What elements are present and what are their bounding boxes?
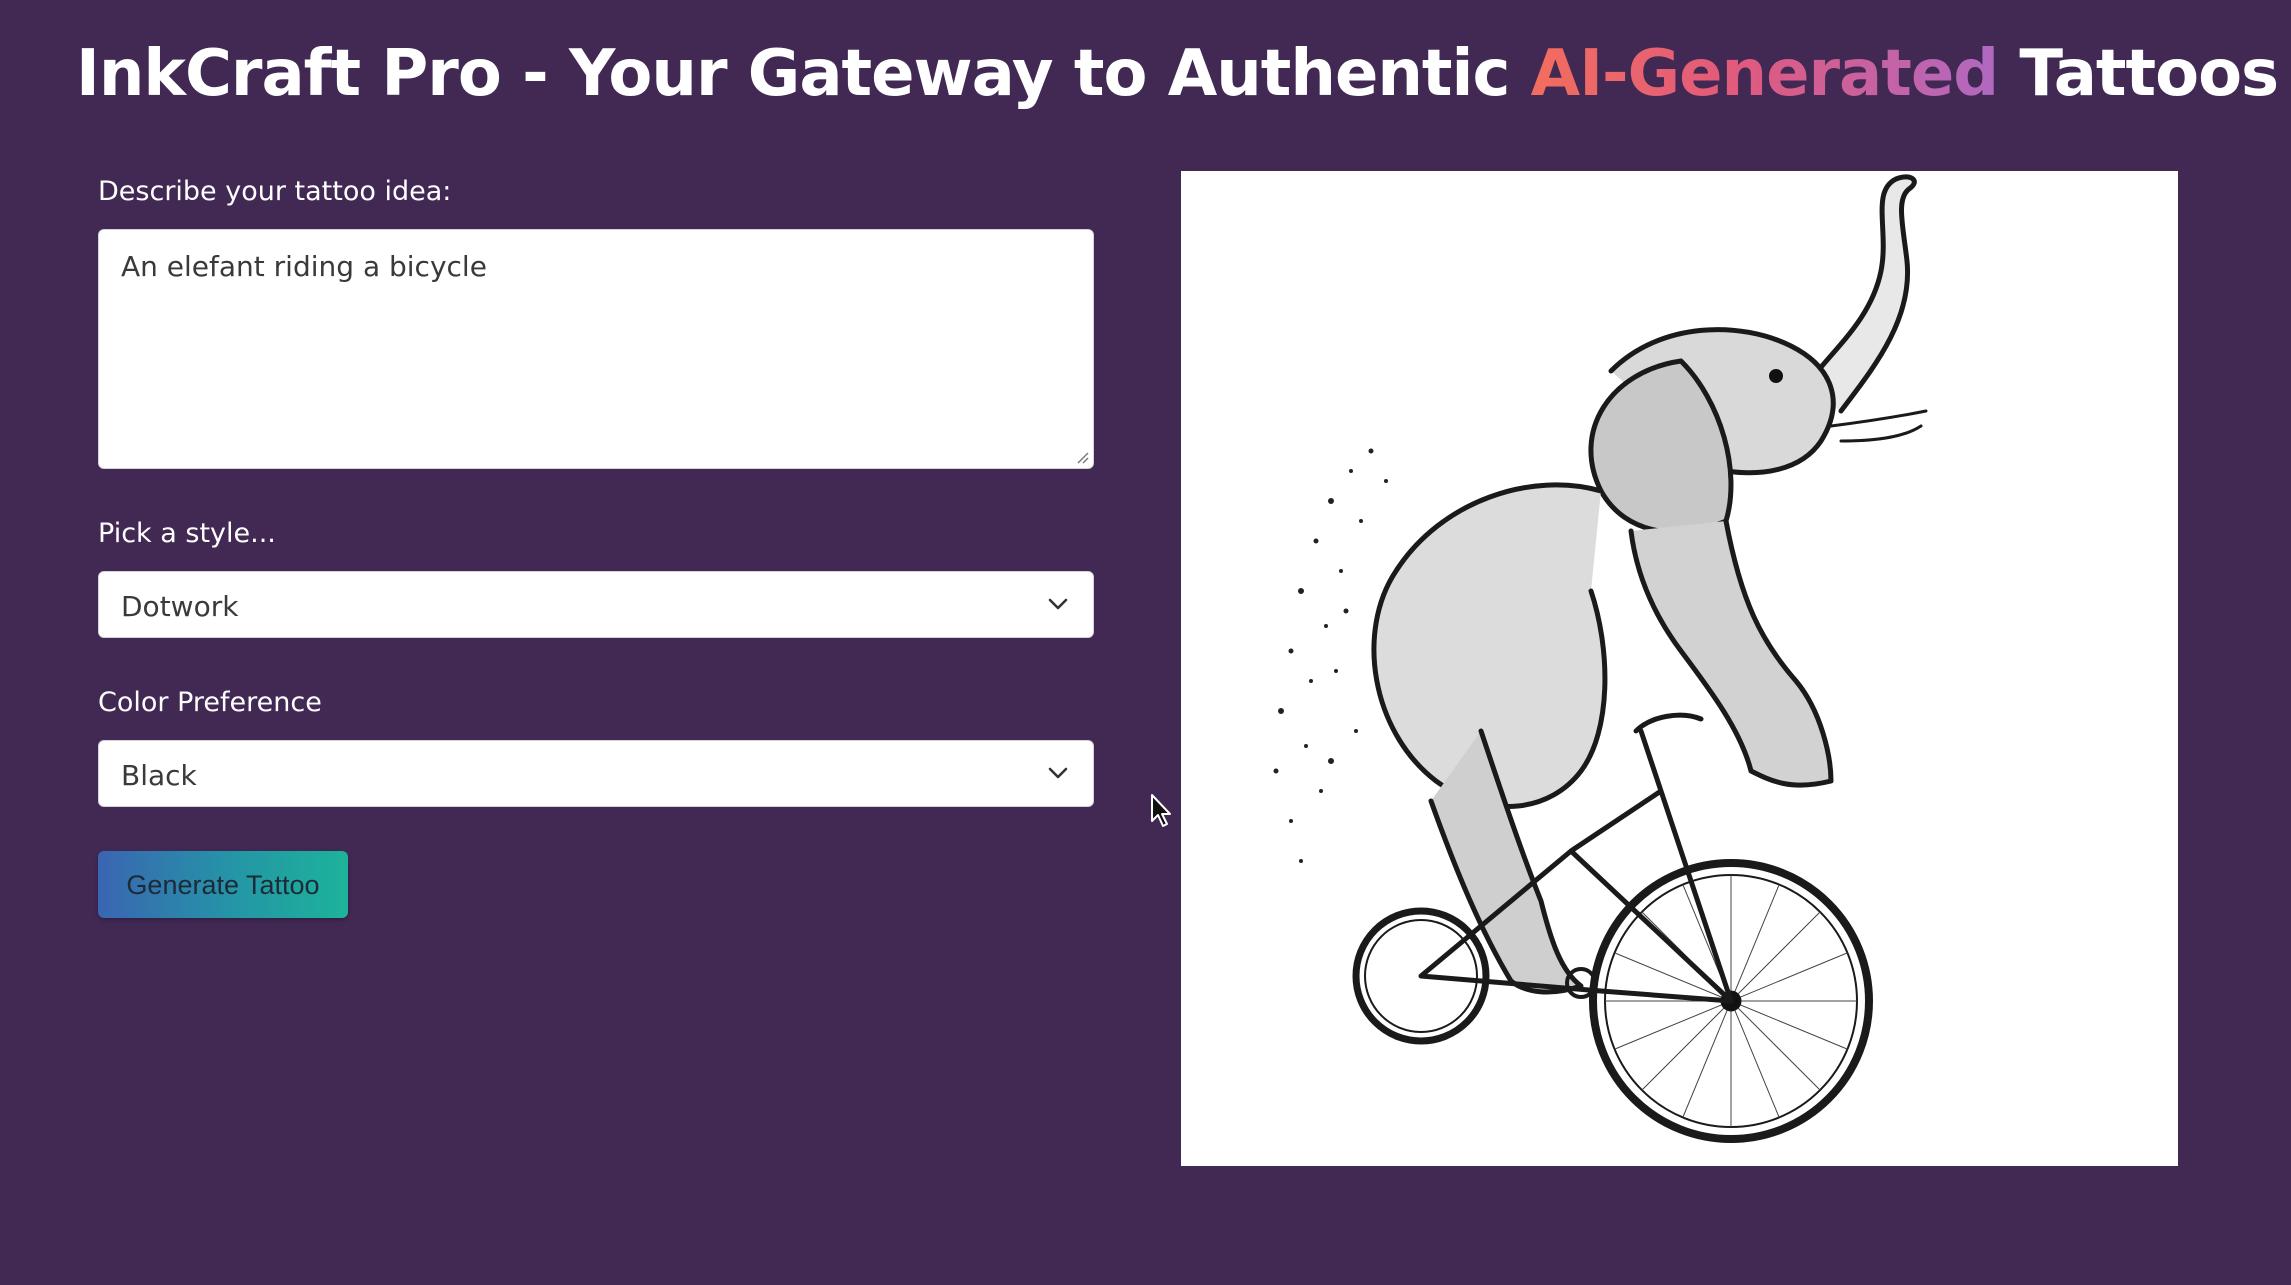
generate-tattoo-label: Generate Tattoo <box>126 870 320 900</box>
resize-grip-icon[interactable] <box>1075 450 1089 464</box>
title-prefix: InkCraft Pro - Your Gateway to Authentic <box>76 37 1531 111</box>
style-select-value: Dotwork <box>121 590 239 623</box>
chevron-down-icon <box>1048 598 1068 610</box>
style-select[interactable]: Dotwork <box>98 571 1094 638</box>
style-label: Pick a style... <box>98 518 276 549</box>
color-label: Color Preference <box>98 687 322 718</box>
generated-tattoo-image <box>1181 171 2178 1166</box>
elephant-on-bicycle-illustration <box>1273 174 1928 1143</box>
idea-textarea-value: An elefant riding a bicycle <box>121 250 487 283</box>
title-suffix: Tattoos <box>1998 37 2279 111</box>
color-select-value: Black <box>121 759 197 792</box>
title-accent: AI-Generated <box>1530 37 1999 111</box>
page-title: InkCraft Pro - Your Gateway to Authentic… <box>76 26 2279 122</box>
generate-tattoo-button[interactable]: Generate Tattoo <box>98 851 348 918</box>
dotwork-scatter <box>1273 448 1388 863</box>
idea-label: Describe your tattoo idea: <box>98 176 452 207</box>
mouse-pointer-icon <box>1151 794 1171 827</box>
chevron-down-icon <box>1048 767 1068 779</box>
idea-textarea[interactable]: An elefant riding a bicycle <box>98 229 1094 469</box>
color-select[interactable]: Black <box>98 740 1094 807</box>
